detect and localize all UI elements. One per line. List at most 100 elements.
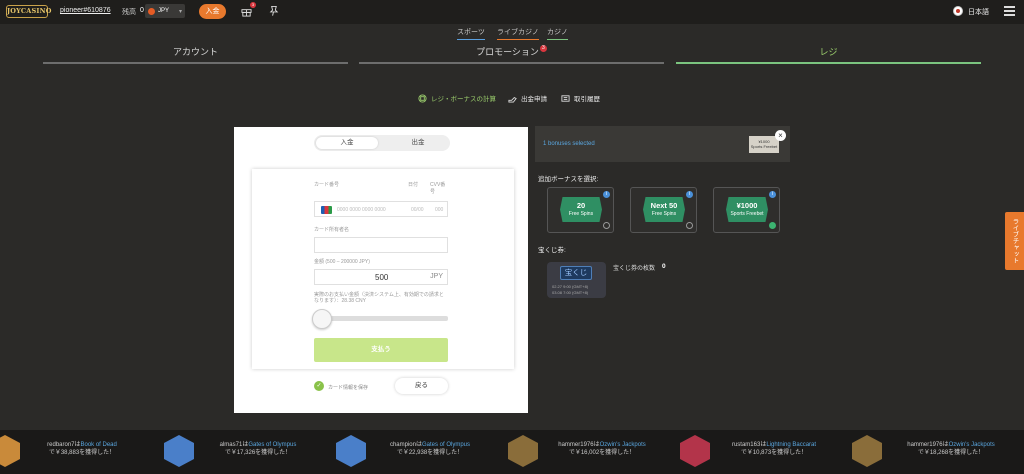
info-icon[interactable]: i: [686, 191, 693, 198]
lottery-count: 0: [662, 263, 666, 270]
bonus-card-free-spins-next-50[interactable]: Next 50 Free Spins i: [630, 187, 697, 233]
history-icon: [561, 94, 570, 102]
game-thumbnail: [336, 435, 366, 467]
bonus-value: 20: [576, 201, 586, 210]
tab-promotion-label: プロモーション: [476, 47, 539, 57]
cvv-label: CVV番号: [430, 182, 446, 195]
bonus-label: Sports Freebet: [730, 211, 764, 217]
card-holder-field[interactable]: [314, 237, 448, 253]
expiry-label: 日付: [408, 182, 419, 188]
game-thumbnail: [852, 435, 882, 467]
currency-select[interactable]: JPY ▾: [145, 4, 185, 18]
card-holder-label: カード所有者名: [314, 227, 350, 233]
lottery-section-title: 宝くじ券:: [538, 247, 566, 254]
game-thumbnail: [508, 435, 538, 467]
chevron-down-icon: ▾: [178, 8, 182, 15]
amount-value: 500: [375, 273, 389, 282]
payment-card: 入金 出金 カード番号 日付 CVV番号 0000 0000 0000 0000…: [234, 127, 528, 413]
lottery-date-end: 03.08 7:00 (GMT+8): [552, 290, 589, 295]
subtab-history[interactable]: 取引履歴: [561, 93, 600, 103]
close-icon[interactable]: ×: [775, 130, 786, 141]
username-link[interactable]: pioneer#610876: [60, 7, 111, 14]
lottery-count-label: 宝くじ券の枚数: [613, 266, 656, 272]
ticker-game[interactable]: Book of Dead: [81, 442, 117, 448]
winners-ticker: redbaron7はBook of Dead で￥38,883を獲得した！ alm…: [0, 430, 1024, 474]
ticker-text: hammer1976はOzwin's Jackpots で￥16,002を獲得した…: [542, 441, 662, 457]
gift-icon[interactable]: [241, 6, 252, 17]
nav-sports[interactable]: スポーツ: [457, 27, 485, 40]
bonus-value: ¥1000: [736, 201, 758, 210]
balance-value: 0: [140, 7, 144, 14]
save-card-label: カード情報を保存: [328, 385, 369, 391]
selected-bonus-panel: 1 bonuses selected ¥1000 Sports Freebet …: [535, 126, 790, 162]
card-number-field[interactable]: 0000 0000 0000 0000 00/00 000: [314, 201, 448, 217]
subtab-withdraw-label: 出金申請: [521, 96, 547, 103]
amount-label: 金額 (500 – 200000 JPY): [314, 259, 370, 265]
pin-icon[interactable]: [268, 5, 279, 17]
amount-slider-thumb[interactable]: [312, 309, 332, 329]
subtab-bonus-label: レジ・ボーナスの計算: [431, 96, 496, 103]
withdraw-toggle-button[interactable]: 出金: [388, 137, 448, 149]
save-card-checkbox[interactable]: ✓: [314, 381, 324, 391]
bonus-label: Free Spins: [651, 211, 677, 217]
ticker-text: hammer1976はOzwin's Jackpots で￥18,268を獲得した…: [886, 441, 1016, 457]
cashier-subtabs: レジ・ボーナスの計算 出金申請 取引履歴: [0, 93, 1024, 107]
card-number-placeholder: 0000 0000 0000 0000: [337, 207, 386, 213]
card-form: カード番号 日付 CVV番号 0000 0000 0000 0000 00/00…: [252, 169, 514, 369]
joycasino-logo[interactable]: JOYCASINO: [6, 5, 51, 18]
ticker-user: redbaron7は: [47, 442, 81, 448]
radio-icon[interactable]: [603, 222, 610, 229]
deposit-toggle-button[interactable]: 入金: [316, 137, 378, 149]
info-icon[interactable]: i: [769, 191, 776, 198]
bonus-ticket: 20 Free Spins: [560, 197, 602, 222]
conversion-note: 実際のお支払い金額（決済システム上、有効期での請求となります）：28.38 CN…: [314, 292, 444, 304]
back-button[interactable]: 戻る: [395, 378, 448, 394]
game-thumbnail: [164, 435, 194, 467]
ticker-amount: で￥17,326を獲得した！: [224, 450, 292, 456]
ticker-game[interactable]: Lightning Baccarat: [766, 442, 816, 448]
currency-flag-icon: [148, 7, 155, 15]
card-number-label: カード番号: [314, 182, 340, 188]
tab-account-label: アカウント: [172, 47, 218, 57]
subtab-history-label: 取引履歴: [574, 96, 600, 103]
ticker-user: almas71は: [219, 442, 249, 448]
info-icon[interactable]: i: [603, 191, 610, 198]
language-label[interactable]: 日本語: [968, 7, 989, 17]
cvv-placeholder: 000: [435, 207, 444, 213]
radio-icon[interactable]: [686, 222, 693, 229]
lottery-date-start: 02.27 9:00 (GMT+8): [552, 284, 589, 289]
bonus-card-sports-freebet[interactable]: ¥1000 Sports Freebet i: [713, 187, 780, 233]
ticker-game[interactable]: Gates of Olympus: [422, 442, 470, 448]
main-tabs: アカウント プロモーション 3 レジ: [0, 40, 1024, 68]
form-column: カード番号 日付 CVV番号 0000 0000 0000 0000 00/00…: [312, 169, 448, 369]
nav-casino[interactable]: カジノ: [547, 27, 568, 40]
nav-live-casino[interactable]: ライブカジノ: [497, 27, 539, 40]
top-bar: JOYCASINO pioneer#610876 残高 0 JPY ▾ 入金 3…: [0, 0, 1024, 24]
ticker-amount: で￥38,883を獲得した！: [48, 450, 116, 456]
subtab-withdraw[interactable]: 出金申請: [508, 93, 547, 103]
ticker-user: hammer1976は: [907, 442, 949, 448]
bonus-card-free-spins-20[interactable]: 20 Free Spins i: [547, 187, 614, 233]
subtab-bonus-calc[interactable]: レジ・ボーナスの計算: [418, 93, 496, 103]
promotion-badge: 3: [539, 45, 547, 52]
checked-radio-icon[interactable]: [769, 222, 776, 229]
hamburger-menu-icon[interactable]: [1004, 6, 1015, 16]
sub-navigation: スポーツ ライブカジノ カジノ: [0, 27, 1024, 40]
expiry-placeholder: 00/00: [411, 207, 424, 213]
amount-field[interactable]: 500 JPY: [314, 269, 448, 285]
ticker-game[interactable]: Ozwin's Jackpots: [949, 442, 995, 448]
ticker-text: almas71はGates of Olympus で￥17,326を獲得した！: [198, 441, 318, 457]
pay-button[interactable]: 支払う: [314, 338, 448, 362]
ticker-game[interactable]: Ozwin's Jackpots: [600, 442, 646, 448]
gift-badge: 3: [250, 2, 256, 8]
japan-flag-icon[interactable]: [953, 6, 963, 16]
amount-slider-track[interactable]: [314, 316, 448, 321]
live-chat-tab[interactable]: ライブチャット: [1005, 212, 1024, 270]
lottery-ticket-card[interactable]: 宝くじ 02.27 9:00 (GMT+8) 03.08 7:00 (GMT+8…: [547, 262, 606, 298]
ticker-game[interactable]: Gates of Olympus: [248, 442, 296, 448]
deposit-button[interactable]: 入金: [199, 4, 226, 19]
ticker-amount: で￥10,873を獲得した！: [740, 450, 808, 456]
ticker-text: redbaron7はBook of Dead で￥38,883を獲得した！: [22, 441, 142, 457]
withdraw-hand-icon: [508, 96, 517, 103]
tab-account-underline: [43, 62, 348, 64]
